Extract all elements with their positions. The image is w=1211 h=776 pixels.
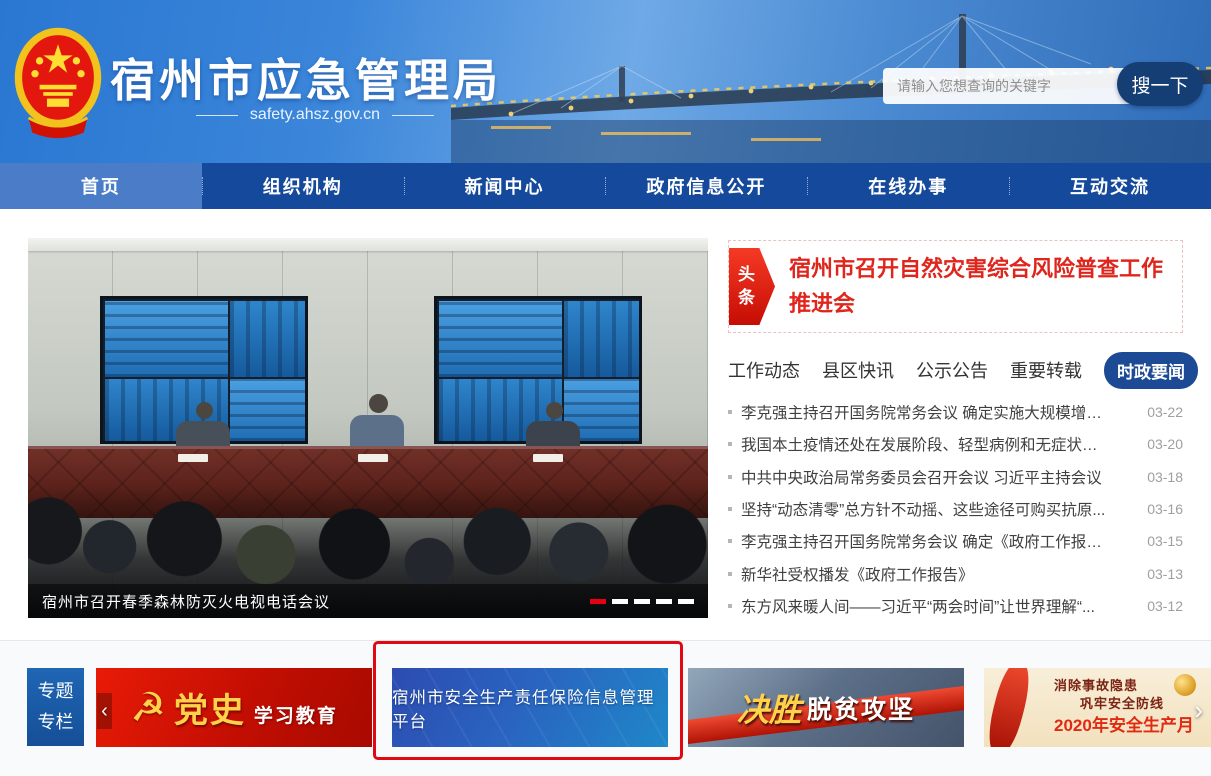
news-item[interactable]: 新华社受权播发《政府工作报告》 03-13 <box>728 560 1183 588</box>
nav-item-interaction[interactable]: 互动交流 <box>1009 163 1211 209</box>
bullet-icon <box>728 475 732 479</box>
banner-2020-safety-production-month[interactable]: 消除事故隐患 巩牢安全防线 2020年安全生产月 <box>984 668 1211 747</box>
site-title: 宿州市应急管理局 <box>110 44 502 109</box>
search-input[interactable] <box>883 68 1133 104</box>
bullet-icon <box>728 410 732 414</box>
site-header: 宿州市应急管理局 safety.ahsz.gov.cn 搜一下 <box>0 0 1211 163</box>
headline-badge: 头 条 <box>729 248 775 325</box>
banner-safety-insurance-platform[interactable]: 宿州市安全生产责任保险信息管理平台 <box>392 668 668 747</box>
main-nav: 首页 组织机构 新闻中心 政府信息公开 在线办事 互动交流 <box>0 163 1211 209</box>
nav-item-organization[interactable]: 组织机构 <box>202 163 404 209</box>
page: 宿州市应急管理局 safety.ahsz.gov.cn 搜一下 首页 组织机构 … <box>0 0 1211 776</box>
news-item[interactable]: 坚持“动态清零”总方针不动摇、这些途径可购买抗原... 03-16 <box>728 495 1183 523</box>
news-tabs: 工作动态 县区快讯 公示公告 重要转载 时政要闻 <box>728 352 1183 388</box>
bullet-icon <box>728 539 732 543</box>
headline-box: 头 条 宿州市召开自然灾害综合风险普查工作推进会 <box>728 240 1183 333</box>
tab-important-reposts[interactable]: 重要转载 <box>1010 357 1082 383</box>
topics-label[interactable]: 专题 专栏 <box>27 668 84 746</box>
carousel-dot[interactable] <box>590 599 606 604</box>
speaker-graphic <box>526 402 582 451</box>
prev-arrow-icon[interactable]: ‹ <box>97 693 112 729</box>
carousel-photo-graphic <box>28 238 708 618</box>
bullet-icon <box>728 604 732 608</box>
tab-public-notices[interactable]: 公示公告 <box>916 357 988 383</box>
bullet-icon <box>728 572 732 576</box>
bullet-icon <box>728 442 732 446</box>
carousel-dot[interactable] <box>656 599 672 604</box>
tab-work-dynamics[interactable]: 工作动态 <box>728 357 800 383</box>
next-arrow-icon[interactable]: › <box>1194 697 1203 723</box>
search-button[interactable]: 搜一下 <box>1117 62 1203 106</box>
news-item[interactable]: 中共中央政治局常务委员会召开会议 习近平主持会议 03-18 <box>728 463 1183 491</box>
banner-poverty-alleviation[interactable]: 决胜 脱贫攻坚 <box>688 668 964 747</box>
hammer-sickle-icon: ☭ <box>130 688 166 728</box>
news-item[interactable]: 东方风来暖人间——习近平“两会时间”让世界理解“... 03-12 <box>728 592 1183 620</box>
tab-current-politics[interactable]: 时政要闻 <box>1104 352 1198 389</box>
bullet-icon <box>728 507 732 511</box>
carousel-dot[interactable] <box>612 599 628 604</box>
news-carousel[interactable]: 宿州市召开春季森林防灭火电视电话会议 <box>28 238 708 618</box>
topics-strip: 专题 专栏 ☭ 党史 学习教育 宿州市安全生产责任保险信息管理平台 决胜 脱贫攻… <box>0 640 1211 776</box>
news-item[interactable]: 李克强主持召开国务院常务会议 确定实施大规模增值... 03-22 <box>728 398 1183 426</box>
speaker-graphic <box>350 394 406 449</box>
headline-title[interactable]: 宿州市召开自然灾害综合风险普查工作推进会 <box>789 252 1174 320</box>
banner-party-history-education[interactable]: ☭ 党史 学习教育 <box>96 668 372 747</box>
tab-county-news[interactable]: 县区快讯 <box>822 357 894 383</box>
speaker-graphic <box>176 402 232 451</box>
news-item[interactable]: 李克强主持召开国务院常务会议 确定《政府工作报告... 03-15 <box>728 527 1183 555</box>
nav-item-news-center[interactable]: 新闻中心 <box>404 163 606 209</box>
carousel-dot[interactable] <box>678 599 694 604</box>
nav-item-gov-info[interactable]: 政府信息公开 <box>605 163 807 209</box>
national-emblem-logo <box>12 20 104 144</box>
gold-badge-icon <box>1174 674 1196 696</box>
carousel-caption[interactable]: 宿州市召开春季森林防灭火电视电话会议 <box>42 591 330 612</box>
search-bar: 搜一下 <box>883 62 1203 106</box>
nav-item-home[interactable]: 首页 <box>0 163 202 209</box>
site-url: safety.ahsz.gov.cn <box>150 106 480 124</box>
carousel-caption-bar: 宿州市召开春季森林防灭火电视电话会议 <box>28 584 708 618</box>
nav-item-online-services[interactable]: 在线办事 <box>807 163 1009 209</box>
carousel-dot[interactable] <box>634 599 650 604</box>
news-list: 李克强主持召开国务院常务会议 确定实施大规模增值... 03-22 我国本土疫情… <box>728 398 1183 620</box>
carousel-dots <box>590 599 694 604</box>
news-item[interactable]: 我国本土疫情还处在发展阶段、轻型病例和无症状感染... 03-20 <box>728 430 1183 458</box>
